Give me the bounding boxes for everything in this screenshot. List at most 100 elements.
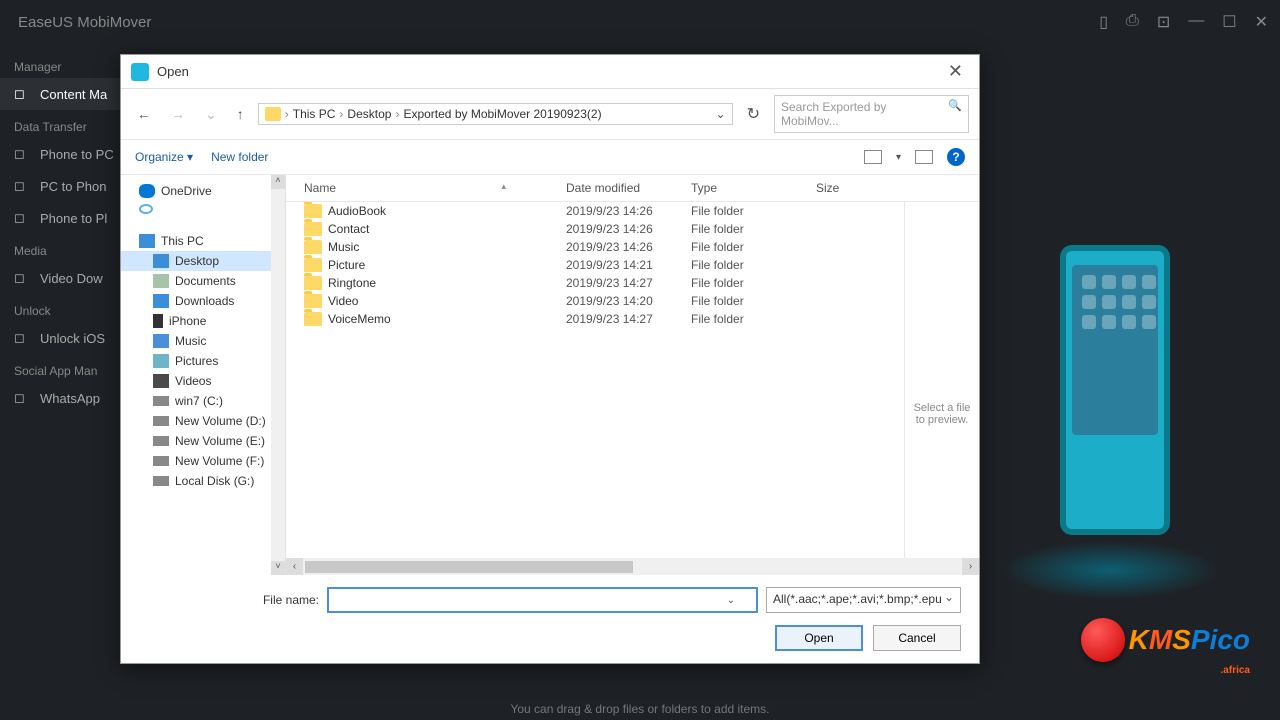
logo-text: KMSPico (1129, 624, 1250, 656)
file-type: File folder (691, 258, 816, 272)
tree-item-icon (153, 334, 169, 348)
address-dropdown-icon[interactable]: ⌄ (716, 107, 726, 121)
phone-preview (1060, 245, 1170, 535)
tree-item[interactable]: Pictures (121, 351, 285, 371)
close-app-icon[interactable]: ✕ (1255, 12, 1268, 32)
file-list[interactable]: AudioBook2019/9/23 14:26File folderConta… (286, 202, 979, 558)
device-icon[interactable]: ▯ (1099, 12, 1108, 32)
column-date[interactable]: Date modified (566, 181, 691, 195)
tree-item[interactable]: Videos (121, 371, 285, 391)
tree-item[interactable]: Documents (121, 271, 285, 291)
logo-subtext: .africa (1221, 665, 1250, 676)
file-row[interactable]: Picture2019/9/23 14:21File folder (286, 256, 979, 274)
tree-item[interactable]: New Volume (F:) (121, 451, 285, 471)
sidebar-item-icon: ◻ (14, 210, 30, 226)
crumb-this-pc[interactable]: This PC (293, 107, 336, 121)
folder-tree[interactable]: OneDrive This PC DesktopDocuments Downloads… (121, 175, 286, 575)
scroll-right-icon[interactable]: › (962, 558, 979, 575)
tree-item-icon (153, 254, 169, 268)
column-type[interactable]: Type (691, 181, 816, 195)
file-area: Name Date modified Type Size AudioBook20… (286, 175, 979, 575)
up-arrow-icon[interactable]: ↑ (231, 102, 250, 126)
tree-item[interactable]: New Volume (E:) (121, 431, 285, 451)
file-type: File folder (691, 240, 816, 254)
tree-item-icon (153, 314, 163, 328)
search-input[interactable]: Search Exported by MobiMov... (774, 95, 969, 133)
minimize-icon[interactable]: — (1188, 12, 1204, 32)
open-button[interactable]: Open (775, 625, 863, 651)
file-list-header[interactable]: Name Date modified Type Size (286, 175, 979, 202)
tree-item[interactable]: OneDrive (121, 181, 285, 201)
cancel-button[interactable]: Cancel (873, 625, 961, 651)
tree-scrollbar[interactable]: ˄ ˅ (271, 175, 285, 575)
tree-item-label: Videos (175, 374, 211, 388)
organize-button[interactable]: Organize ▾ (135, 150, 193, 164)
open-file-dialog: Open ✕ ← → ⌄ ↑ › This PC › Desktop › Exp… (120, 54, 980, 664)
column-size[interactable]: Size (816, 181, 896, 195)
horizontal-scrollbar[interactable]: ‹ › (286, 558, 979, 575)
tree-item-label: This PC (161, 234, 204, 248)
filename-dropdown-icon[interactable]: ⌄ (727, 595, 735, 606)
file-name: Music (328, 240, 359, 254)
file-row[interactable]: Video2019/9/23 14:20File folder (286, 292, 979, 310)
dialog-app-icon (131, 63, 149, 81)
sidebar-item-icon: ◻ (14, 330, 30, 346)
tree-item[interactable]: Music (121, 331, 285, 351)
sidebar-item-label: Phone to Pl (40, 211, 107, 226)
file-row[interactable]: Music2019/9/23 14:26File folder (286, 238, 979, 256)
tree-item-icon (153, 354, 169, 368)
file-row[interactable]: Ringtone2019/9/23 14:27File folder (286, 274, 979, 292)
column-name[interactable]: Name (286, 181, 566, 195)
tree-item-icon (153, 456, 169, 466)
view-mode-icon[interactable] (864, 150, 882, 164)
file-row[interactable]: AudioBook2019/9/23 14:26File folder (286, 202, 979, 220)
file-row[interactable]: Contact2019/9/23 14:26File folder (286, 220, 979, 238)
scroll-down-icon[interactable]: ˅ (271, 561, 285, 575)
file-type: File folder (691, 276, 816, 290)
tree-item[interactable]: This PC (121, 231, 285, 251)
tree-item-label: New Volume (E:) (175, 434, 265, 448)
folder-icon (265, 107, 281, 121)
tree-item-label: OneDrive (161, 184, 212, 198)
tree-item[interactable]: win7 (C:) (121, 391, 285, 411)
tree-item[interactable]: New Volume (D:) (121, 411, 285, 431)
back-arrow-icon[interactable]: ← (131, 102, 157, 126)
crumb-current[interactable]: Exported by MobiMover 20190923(2) (403, 107, 601, 121)
logo-button-icon (1081, 618, 1125, 662)
refresh-icon[interactable]: ↻ (741, 100, 766, 128)
update-icon[interactable]: ⊡ (1157, 12, 1170, 32)
tree-item-icon (153, 294, 169, 308)
tree-item-icon (139, 204, 153, 214)
file-date: 2019/9/23 14:21 (566, 258, 691, 272)
filter-select[interactable]: All(*.aac;*.ape;*.avi;*.bmp;*.epu (766, 587, 961, 613)
forward-arrow-icon[interactable]: → (165, 102, 191, 126)
file-row[interactable]: VoiceMemo2019/9/23 14:27File folder (286, 310, 979, 328)
scroll-up-icon[interactable]: ˄ (271, 175, 285, 189)
tree-item[interactable]: Local Disk (G:) (121, 471, 285, 491)
tree-item[interactable]: Desktop (121, 251, 285, 271)
filename-input[interactable] (327, 587, 758, 613)
tree-item[interactable]: Downloads (121, 291, 285, 311)
preview-pane-icon[interactable] (915, 150, 933, 164)
scroll-left-icon[interactable]: ‹ (286, 558, 303, 575)
recent-dropdown-icon[interactable]: ⌄ (199, 102, 223, 127)
close-icon[interactable]: ✕ (942, 61, 969, 82)
dialog-titlebar[interactable]: Open ✕ (121, 55, 979, 89)
sidebar-item-label: Content Ma (40, 87, 107, 102)
sidebar-item-label: Unlock iOS (40, 331, 105, 346)
filename-label: File name: (139, 593, 319, 607)
tree-item-label: Downloads (175, 294, 234, 308)
gift-icon[interactable]: ⎙ (1126, 12, 1139, 32)
tree-item[interactable] (121, 201, 285, 217)
tree-item-icon (139, 184, 155, 198)
new-folder-button[interactable]: New folder (211, 150, 268, 164)
dialog-toolbar: Organize ▾ New folder ▾ ? (121, 140, 979, 175)
address-bar[interactable]: › This PC › Desktop › Exported by MobiMo… (258, 103, 733, 125)
scroll-thumb[interactable] (305, 561, 633, 573)
folder-icon (304, 240, 322, 254)
maximize-icon[interactable]: ☐ (1222, 12, 1236, 32)
tree-item[interactable]: iPhone (121, 311, 285, 331)
help-icon[interactable]: ? (947, 148, 965, 166)
sidebar-item-label: WhatsApp (40, 391, 100, 406)
crumb-desktop[interactable]: Desktop (347, 107, 391, 121)
